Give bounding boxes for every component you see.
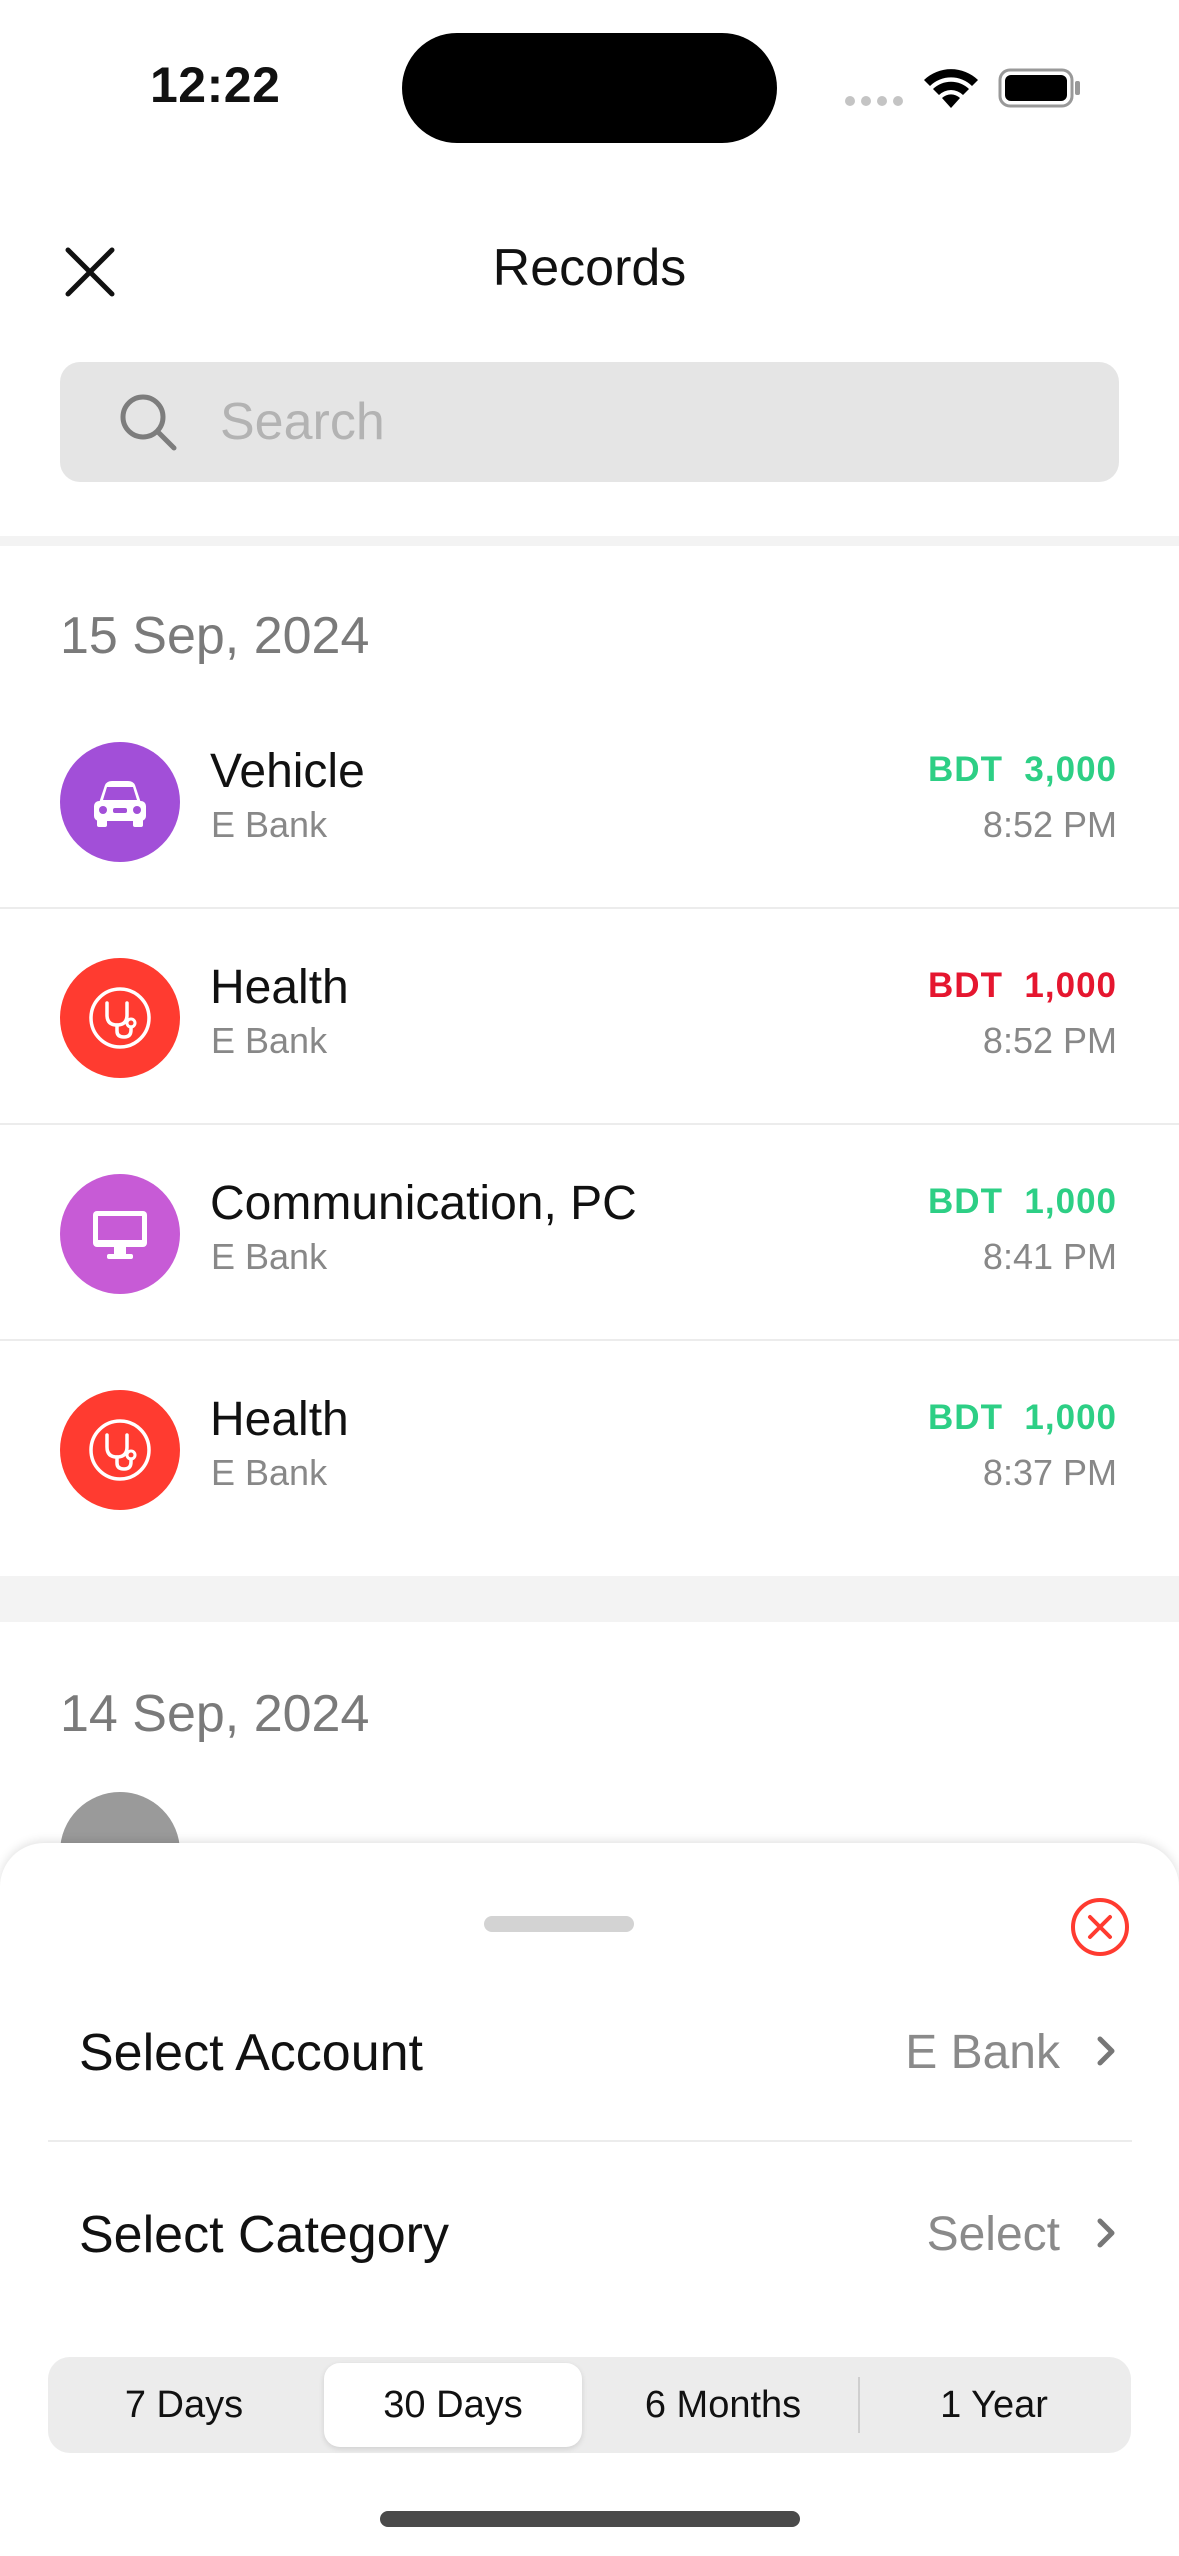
category-badge <box>60 958 180 1078</box>
record-title: Health <box>210 961 349 1014</box>
record-row-health[interactable]: Health E Bank BDT 1,000 8:37 PM <box>0 1342 1179 1557</box>
monitor-icon <box>93 1211 147 1259</box>
select-account-row[interactable]: Select Account E Bank <box>48 1975 1132 2125</box>
cellular-signal-icon <box>845 96 903 106</box>
record-amount: BDT 1,000 <box>928 1182 1117 1221</box>
section-divider <box>0 536 1179 546</box>
record-title: Health <box>210 1393 349 1446</box>
status-bar: 12:22 <box>0 0 1179 170</box>
date-header: 14 Sep, 2024 <box>60 1685 370 1743</box>
chevron-right-icon <box>1097 2036 1115 2066</box>
date-header: 15 Sep, 2024 <box>60 607 370 665</box>
stethoscope-icon <box>89 987 151 1049</box>
record-time: 8:52 PM <box>982 804 1117 845</box>
search-input[interactable] <box>220 362 1080 482</box>
stethoscope-icon <box>89 1419 151 1481</box>
record-row-health[interactable]: Health E Bank BDT 1,000 8:52 PM <box>0 910 1179 1125</box>
segment-7-days[interactable]: 7 Days <box>54 2363 314 2447</box>
select-category-value: Select <box>926 2208 1060 2261</box>
status-time: 12:22 <box>150 57 281 113</box>
record-title: Vehicle <box>210 745 365 798</box>
sheet-divider <box>48 2140 1132 2142</box>
search-icon <box>120 394 177 451</box>
record-amount: BDT 1,000 <box>928 1398 1117 1437</box>
record-time: 8:37 PM <box>982 1452 1117 1493</box>
record-title: Communication, PC <box>210 1177 637 1230</box>
filter-sheet: Select Account E Bank Select Category Se… <box>0 1843 1179 2556</box>
category-badge <box>60 742 180 862</box>
segment-1-year[interactable]: 1 Year <box>864 2363 1124 2447</box>
battery-icon <box>998 68 1080 108</box>
record-account: E Bank <box>211 1236 328 1277</box>
record-time: 8:52 PM <box>982 1020 1117 1061</box>
segment-6-months[interactable]: 6 Months <box>592 2363 854 2447</box>
segment-30-days[interactable]: 30 Days <box>324 2363 582 2447</box>
segment-separator <box>858 2377 860 2433</box>
page-title: Records <box>492 239 687 297</box>
date-section: 15 Sep, 2024 Vehicle E Bank BDT 3,000 8:… <box>0 546 1179 1576</box>
category-badge <box>60 1174 180 1294</box>
sheet-grabber[interactable] <box>484 1916 634 1932</box>
record-amount: BDT 3,000 <box>928 750 1117 789</box>
close-circle-icon[interactable] <box>1068 1895 1132 1959</box>
record-amount: BDT 1,000 <box>928 966 1117 1005</box>
dynamic-island <box>402 33 777 143</box>
wifi-icon <box>924 69 978 108</box>
record-row-vehicle[interactable]: Vehicle E Bank BDT 3,000 8:52 PM <box>0 694 1179 909</box>
chevron-right-icon <box>1097 2218 1115 2248</box>
home-indicator <box>380 2511 800 2527</box>
select-account-label: Select Account <box>79 2024 423 2082</box>
select-category-row[interactable]: Select Category Select <box>48 2157 1132 2307</box>
record-time: 8:41 PM <box>982 1236 1117 1277</box>
search-bar[interactable] <box>60 362 1119 482</box>
record-account: E Bank <box>211 1020 328 1061</box>
category-badge <box>60 1390 180 1510</box>
period-segmented-control: 7 Days 30 Days 6 Months 1 Year <box>48 2357 1131 2453</box>
select-category-label: Select Category <box>79 2206 449 2264</box>
record-account: E Bank <box>211 1452 328 1493</box>
select-account-value: E Bank <box>905 2026 1060 2079</box>
car-icon <box>94 781 146 827</box>
record-account: E Bank <box>211 804 328 845</box>
record-row-communication[interactable]: Communication, PC E Bank BDT 1,000 8:41 … <box>0 1126 1179 1341</box>
section-divider <box>0 1576 1179 1622</box>
